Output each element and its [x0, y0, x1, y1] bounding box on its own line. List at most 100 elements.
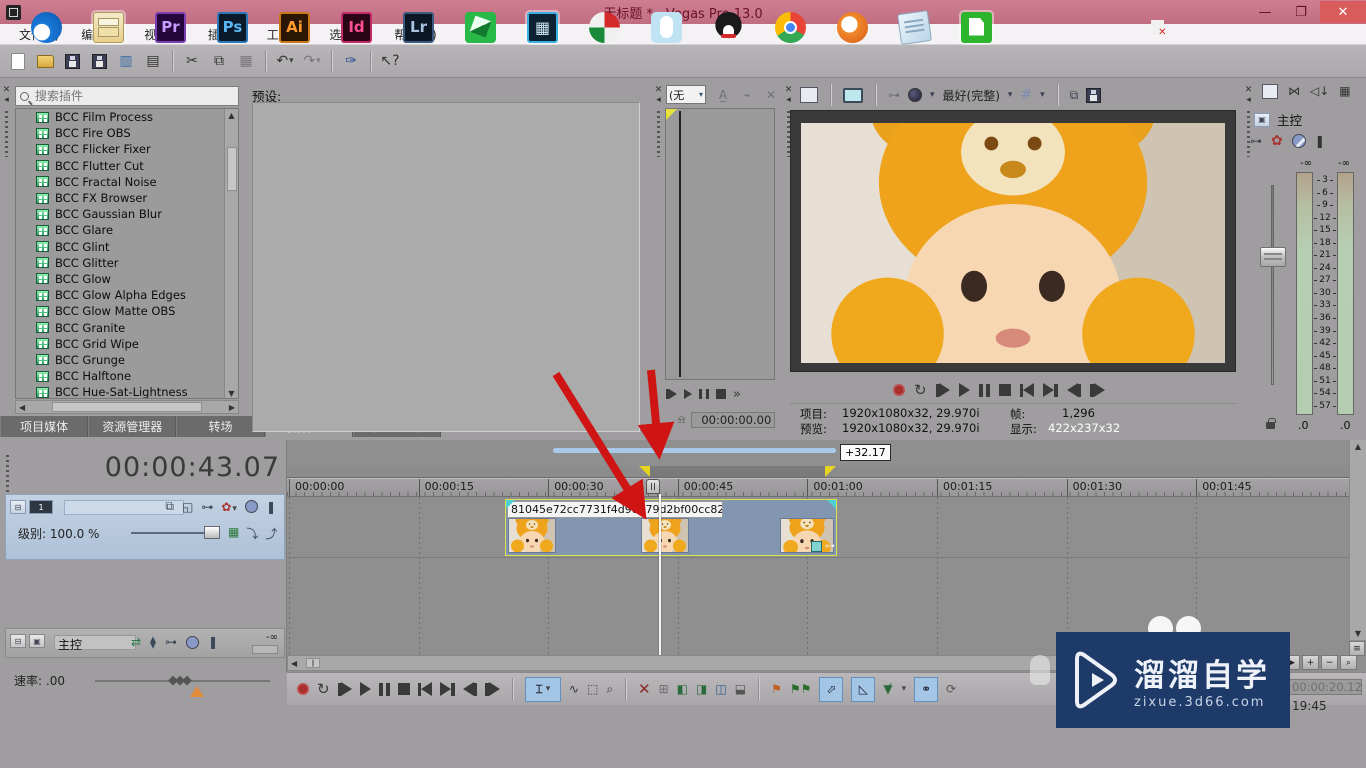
chevron-down-icon[interactable]: ▾ — [1040, 90, 1045, 100]
delete-button[interactable]: ✕ — [638, 680, 651, 698]
video-track-header[interactable]: ⊟ 1 ⧉ ◱ ⊶ ✿▾ ❚ 级别: 100.0 % ▦ ⤵ ⤴ — [5, 494, 285, 560]
zoom-out-button[interactable]: − — [1321, 655, 1338, 670]
auto-ripple-icon[interactable]: ▦ — [228, 525, 239, 542]
taskbar-adobe-app-icon[interactable]: Ai — [279, 12, 310, 43]
plugin-list-item[interactable]: BCC Granite — [16, 319, 225, 335]
stop-button[interactable] — [999, 382, 1011, 398]
paste-button[interactable]: ▦ — [234, 49, 258, 73]
plugin-list-item[interactable]: BCC Grunge — [16, 352, 225, 368]
fade-in-handle[interactable] — [506, 500, 515, 509]
play-button[interactable] — [684, 386, 692, 402]
copy-button[interactable]: ⧉ — [207, 49, 231, 73]
track-motion-icon[interactable]: ◱ — [182, 500, 193, 514]
plugin-list-item[interactable]: BCC Fractal Noise — [16, 174, 225, 190]
master-fader-track[interactable] — [1271, 185, 1274, 385]
play-from-start-button[interactable] — [936, 382, 951, 398]
taskbar-pinwheel-app-icon[interactable] — [589, 12, 620, 43]
go-to-start-button[interactable] — [1020, 382, 1035, 398]
scroll-thumb[interactable]: ∥ — [306, 658, 320, 668]
mute-track-icon[interactable] — [245, 500, 258, 513]
tray-error-doc-icon[interactable]: ✕ — [1151, 20, 1164, 35]
dock-tab[interactable]: 资源管理器 — [88, 416, 176, 437]
new-project-button[interactable] — [6, 49, 30, 73]
plugin-list-item[interactable]: BCC Grid Wipe — [16, 336, 225, 352]
plugin-list-item[interactable]: BCC Flicker Fixer — [16, 141, 225, 157]
solo-button[interactable]: ❚ — [1315, 134, 1325, 148]
plugin-list-item[interactable]: BCC Glow Alpha Edges — [16, 287, 225, 303]
track-height-button[interactable]: ≡ — [1349, 641, 1365, 656]
keyframe-timeline-area[interactable] — [665, 108, 775, 380]
record-button[interactable] — [893, 382, 905, 398]
pin-panel-icon[interactable]: ◂ — [656, 95, 661, 105]
overlay-grid-button[interactable]: # — [1020, 87, 1032, 103]
pin-panel-icon[interactable]: ◂ — [1246, 95, 1251, 105]
taskbar-adobe-app-icon[interactable]: Pr — [155, 12, 186, 43]
project-video-properties-button[interactable] — [800, 87, 818, 103]
taskbar-sogou-browser-icon[interactable] — [837, 12, 868, 43]
loop-region-bar[interactable] — [287, 466, 1349, 478]
taskbar-notepad-icon[interactable] — [897, 9, 932, 44]
chevron-down-icon[interactable]: ▾ — [546, 684, 551, 694]
interactive-tutorials-button[interactable]: ✑ — [339, 49, 363, 73]
plugin-search-box[interactable] — [15, 86, 239, 106]
bus-name-field[interactable]: 主控 — [54, 635, 136, 650]
close-panel-icon[interactable]: ✕ — [3, 85, 11, 95]
time-ruler[interactable]: 00:00:0000:00:1500:00:3000:00:4500:01:00… — [287, 478, 1349, 497]
solo-track-icon[interactable]: ❚ — [266, 500, 276, 514]
sync-icon[interactable]: ⊶ — [1250, 134, 1262, 148]
taskbar-qq-icon[interactable] — [713, 12, 744, 43]
zoom-edit-tool-button[interactable]: ⌕ — [606, 682, 613, 697]
rate-center-marker[interactable] — [190, 686, 204, 697]
previous-frame-button[interactable] — [463, 681, 478, 697]
level-slider-track[interactable] — [131, 532, 211, 534]
close-panel-icon[interactable]: ✕ — [655, 85, 663, 95]
play-from-start-button[interactable] — [338, 681, 353, 697]
ignore-event-grouping-button[interactable]: ⚭ — [914, 677, 938, 702]
envelope-edit-tool-button[interactable]: ∿ — [569, 682, 579, 696]
external-monitor-button[interactable] — [843, 88, 863, 103]
taskbar-adobe-app-icon[interactable]: Ps — [217, 12, 248, 43]
timeline-overview-scrollbar[interactable] — [553, 448, 836, 453]
plugin-list-item[interactable]: BCC Halftone — [16, 368, 225, 384]
save-snapshot-button[interactable] — [1086, 88, 1101, 103]
lock-envelopes-button[interactable]: ⟳ — [946, 682, 956, 696]
compositing-mode-icon[interactable]: ⧉ — [165, 499, 174, 514]
zoom-tool-button[interactable]: ⌕ — [1340, 655, 1357, 670]
search-input[interactable] — [33, 88, 234, 104]
taskbar-browser-icon[interactable] — [31, 12, 62, 43]
enable-snapping-button[interactable]: ⬀ — [819, 677, 843, 702]
pan-crop-icon[interactable] — [811, 541, 822, 552]
plugin-list-item[interactable]: BCC Fire OBS — [16, 125, 225, 141]
close-button[interactable]: ✕ — [1320, 1, 1366, 23]
pin-panel-icon[interactable]: ◂ — [786, 95, 791, 105]
pause-button[interactable] — [979, 382, 990, 398]
selection-end-timecode[interactable]: 19:45 — [1292, 699, 1327, 713]
mixer-properties-button[interactable] — [1262, 84, 1278, 99]
edit-details-button[interactable]: ▤ — [141, 49, 165, 73]
pin-panel-icon[interactable]: ◂ — [4, 95, 9, 105]
stop-button[interactable] — [716, 386, 726, 402]
panel-drag-handle[interactable] — [657, 111, 660, 157]
bypass-motion-blur-icon[interactable]: ⊶ — [201, 500, 213, 514]
rate-slider-handle[interactable]: ◆◆◆ — [168, 673, 189, 688]
level-slider-handle[interactable] — [204, 526, 220, 539]
bus-envelope-icon[interactable]: ⧫ — [150, 635, 156, 649]
loop-region[interactable] — [648, 466, 825, 477]
keyframe-preset-dropdown[interactable]: (无▾ — [666, 85, 706, 104]
insert-region-button[interactable]: ⚑⚑ — [790, 682, 812, 696]
plugin-list-item[interactable]: BCC Flutter Cut — [16, 158, 225, 174]
split-event-button[interactable]: ◫ — [715, 682, 726, 696]
selection-start-timecode[interactable]: 00:00:20.12 — [1288, 679, 1362, 695]
dock-tab[interactable]: 项目媒体 — [0, 416, 88, 437]
redo-button[interactable]: ↷▾ — [300, 49, 324, 73]
zoom-in-button[interactable]: + — [1302, 655, 1319, 670]
fx-horizontal-scrollbar[interactable]: ◀ ▶ — [15, 400, 239, 414]
minimize-bus-icon[interactable]: ⊟ — [10, 634, 26, 648]
timeline-v-scrollbar[interactable]: ▲ ▼ — [1349, 440, 1366, 640]
plugin-list-item[interactable]: BCC Film Process — [16, 109, 225, 125]
plugin-list-item[interactable]: BCC Hue-Sat-Lightness — [16, 384, 225, 399]
minimize-track-icon[interactable]: ⊟ — [10, 500, 26, 514]
scroll-left-icon[interactable]: ◀ — [19, 403, 25, 412]
open-button[interactable] — [33, 49, 57, 73]
overflow-chevron-icon[interactable]: » — [733, 386, 741, 402]
